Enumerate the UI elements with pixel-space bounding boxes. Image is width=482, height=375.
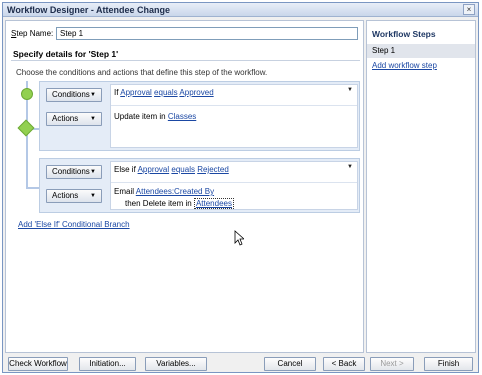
check-workflow-button[interactable]: Check Workflow bbox=[8, 357, 68, 371]
step-name-label-rest: tep Name: bbox=[16, 29, 54, 38]
condition-field-link[interactable]: Approval bbox=[120, 88, 152, 97]
window-title: Workflow Designer - Attendee Change bbox=[7, 5, 171, 15]
action-target-link[interactable]: Attendees:Created By bbox=[136, 187, 214, 196]
button-bar: Check Workflow Initiation... Variables..… bbox=[3, 355, 478, 372]
step-name-row: Step Name: Step 1 bbox=[11, 27, 361, 41]
branch-connector-line bbox=[26, 187, 39, 189]
workflow-designer-window: Workflow Designer - Attendee Change × St… bbox=[2, 2, 479, 373]
close-icon[interactable]: × bbox=[463, 4, 475, 15]
variables-button[interactable]: Variables... bbox=[145, 357, 207, 371]
action-text: Update item in bbox=[114, 112, 166, 121]
workflow-steps-title: Workflow Steps bbox=[372, 29, 436, 39]
details-header: Specify details for 'Step 1' bbox=[13, 49, 119, 59]
branch-2-content: ▼ Else if Approval equals Rejected Email… bbox=[110, 161, 358, 210]
action-line-2: then Delete item in Attendees bbox=[125, 198, 234, 209]
conditions-dropdown-button[interactable]: Conditions ▼ bbox=[46, 88, 102, 102]
dropdown-arrow-icon: ▼ bbox=[90, 116, 96, 122]
mouse-cursor-icon bbox=[234, 230, 244, 246]
conditional-branch-1: Conditions ▼ Actions ▼ ▼ If Approval equ… bbox=[39, 81, 360, 151]
back-button[interactable]: < Back bbox=[323, 357, 365, 371]
condition-prefix: Else if bbox=[114, 165, 136, 174]
add-else-if-branch-link[interactable]: Add 'Else If' Conditional Branch bbox=[18, 220, 130, 229]
actions-label: Actions bbox=[52, 191, 79, 200]
dropdown-arrow-icon: ▼ bbox=[90, 92, 96, 98]
cancel-button[interactable]: Cancel bbox=[264, 357, 316, 371]
condition-operator-link[interactable]: equals bbox=[171, 165, 195, 174]
dropdown-arrow-icon: ▼ bbox=[90, 169, 96, 175]
divider bbox=[11, 60, 360, 61]
instruction-text: Choose the conditions and actions that d… bbox=[16, 68, 268, 77]
row-separator bbox=[111, 105, 357, 106]
condition-value-link[interactable]: Rejected bbox=[197, 165, 229, 174]
workflow-steps-panel: Workflow Steps Step 1 Add workflow step bbox=[366, 20, 476, 353]
conditions-dropdown-button[interactable]: Conditions ▼ bbox=[46, 165, 102, 179]
initiation-button[interactable]: Initiation... bbox=[79, 357, 136, 371]
action-line: Update item in Classes bbox=[114, 112, 196, 121]
actions-dropdown-button[interactable]: Actions ▼ bbox=[46, 189, 102, 203]
condition-line: Else if Approval equals Rejected bbox=[114, 165, 229, 174]
action-text: then Delete item in bbox=[125, 199, 192, 208]
step-start-node-icon bbox=[21, 88, 33, 100]
condition-operator-link[interactable]: equals bbox=[154, 88, 178, 97]
step-name-label: Step Name: bbox=[11, 29, 53, 38]
conditional-branch-2: Conditions ▼ Actions ▼ ▼ Else if Approva… bbox=[39, 158, 360, 213]
actions-label: Actions bbox=[52, 114, 79, 123]
row-separator bbox=[111, 182, 357, 183]
title-bar: Workflow Designer - Attendee Change × bbox=[3, 3, 478, 17]
action-target-link[interactable]: Attendees bbox=[193, 198, 234, 209]
condition-value-link[interactable]: Approved bbox=[179, 88, 213, 97]
finish-button[interactable]: Finish bbox=[424, 357, 473, 371]
step-designer-pane: Step Name: Step 1 Specify details for 'S… bbox=[5, 20, 364, 353]
branch-menu-arrow-icon[interactable]: ▼ bbox=[347, 164, 353, 170]
next-button[interactable]: Next > bbox=[370, 357, 414, 371]
action-target-link[interactable]: Classes bbox=[168, 112, 196, 121]
actions-dropdown-button[interactable]: Actions ▼ bbox=[46, 112, 102, 126]
conditions-label: Conditions bbox=[52, 167, 90, 176]
conditional-branch-diamond-icon bbox=[17, 119, 35, 137]
step-name-input[interactable]: Step 1 bbox=[56, 27, 358, 40]
branch-1-content: ▼ If Approval equals Approved Update ite… bbox=[110, 84, 358, 148]
condition-prefix: If bbox=[114, 88, 119, 97]
action-text: Email bbox=[114, 187, 135, 196]
branch-menu-arrow-icon[interactable]: ▼ bbox=[347, 87, 353, 93]
dropdown-arrow-icon: ▼ bbox=[90, 193, 96, 199]
workflow-step-item[interactable]: Step 1 bbox=[367, 44, 475, 58]
action-line: Email Attendees:Created By bbox=[114, 187, 214, 196]
condition-line: If Approval equals Approved bbox=[114, 88, 214, 97]
condition-field-link[interactable]: Approval bbox=[138, 165, 170, 174]
add-workflow-step-link[interactable]: Add workflow step bbox=[372, 61, 437, 70]
conditions-label: Conditions bbox=[52, 90, 90, 99]
